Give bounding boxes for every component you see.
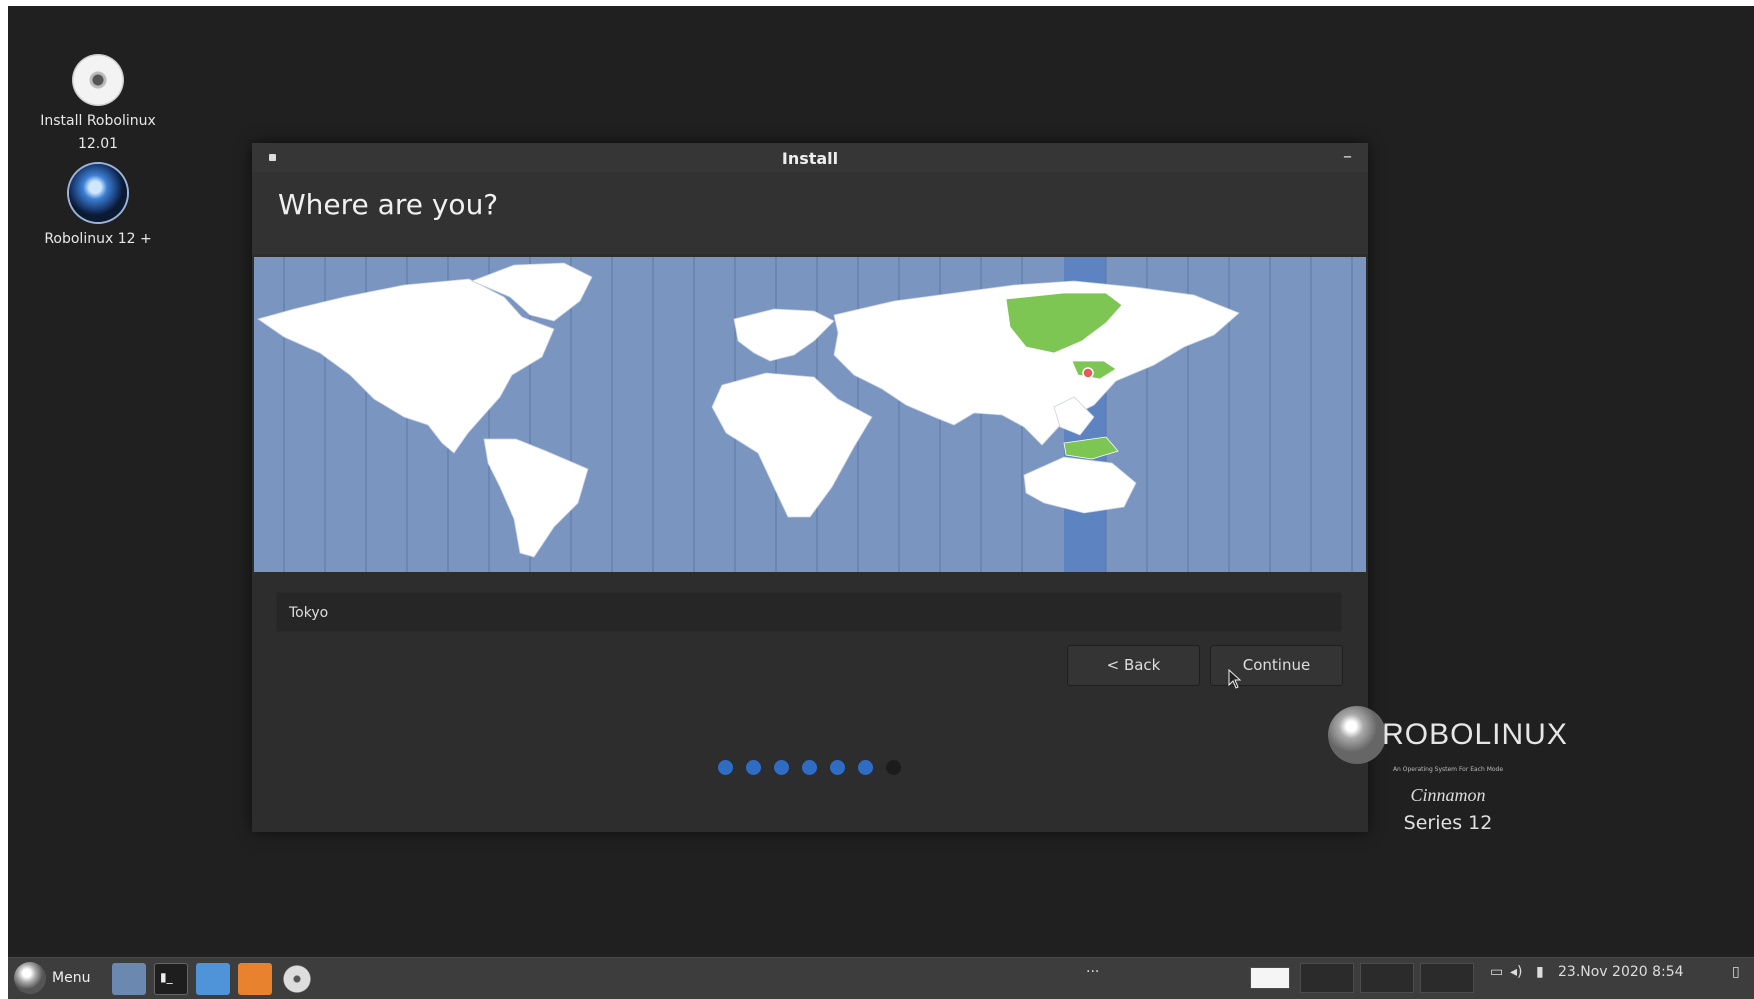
robolinux-logo: ROBOLINUX (1298, 706, 1598, 764)
volume-icon[interactable]: ◂) (1510, 964, 1523, 980)
show-desktop-icon[interactable] (112, 963, 146, 995)
install-label-line2: 12.01 (77, 136, 119, 152)
brand-edition: Cinnamon (1410, 785, 1486, 805)
notifications-icon[interactable]: ▯ (1732, 964, 1740, 980)
minimize-button[interactable]: – (1343, 148, 1352, 166)
window-titlebar[interactable]: Install – (252, 143, 1368, 172)
timezone-map[interactable] (254, 257, 1366, 572)
robolinux-label: Robolinux 12 + (44, 231, 152, 247)
progress-dot-2 (746, 760, 761, 775)
brand-series: Series 12 (1403, 812, 1493, 834)
clock-time: 8:54 (1652, 964, 1684, 980)
installer-window: Install – Where are you? Tokyo < Back Co… (252, 143, 1368, 832)
clock-date: 23.Nov 2020 (1558, 964, 1648, 980)
page-title: Where are you? (252, 172, 1368, 254)
display-icon[interactable]: ▭ (1490, 964, 1503, 980)
clock[interactable]: 23.Nov 2020 8:54 (1558, 964, 1684, 980)
desktop-icon-robolinux[interactable]: Robolinux 12 + (28, 164, 168, 251)
install-label-line1: Install Robolinux (40, 113, 156, 129)
mouse-cursor-icon (1228, 669, 1242, 689)
workspace-2[interactable] (1300, 963, 1354, 993)
terminal-icon[interactable]: ▮_ (154, 963, 188, 995)
progress-dot-4 (802, 760, 817, 775)
firefox-icon[interactable] (238, 963, 272, 995)
progress-dot-3 (774, 760, 789, 775)
location-pin-icon (1082, 367, 1094, 379)
desktop: Install Robolinux 12.01 Robolinux 12 + I… (8, 6, 1754, 957)
progress-dot-5 (830, 760, 845, 775)
window-title: Install (781, 149, 839, 168)
back-button[interactable]: < Back (1067, 645, 1200, 686)
overflow-icon[interactable]: ··· (1086, 964, 1099, 980)
menu-logo-icon (14, 962, 46, 994)
brand-logo-text: ROBOLINUX (1382, 718, 1568, 751)
taskbar: Menu ▮_ ··· ▭ ◂) ▮ 23.Nov 2020 8:54 ▯ (8, 957, 1754, 999)
workspace-1[interactable] (1250, 967, 1290, 989)
files-icon[interactable] (196, 963, 230, 995)
workspace-4[interactable] (1420, 963, 1474, 993)
world-map-graphic (254, 257, 1366, 572)
disc-icon (72, 54, 124, 106)
robolinux-logo-icon (1328, 706, 1387, 764)
progress-dot-1 (718, 760, 733, 775)
installer-taskbar-icon[interactable] (280, 963, 314, 995)
timezone-input[interactable]: Tokyo (276, 592, 1342, 632)
branding-watermark: ROBOLINUX An Operating System For Each M… (1298, 706, 1598, 834)
battery-icon[interactable]: ▮ (1536, 964, 1544, 980)
menu-button[interactable]: Menu (14, 962, 90, 994)
desktop-icon-install[interactable]: Install Robolinux 12.01 (28, 54, 168, 156)
workspace-3[interactable] (1360, 963, 1414, 993)
progress-dot-7 (886, 760, 901, 775)
brand-tagline: An Operating System For Each Mode (1392, 766, 1504, 773)
progress-dot-6 (858, 760, 873, 775)
robolinux-icon (69, 164, 127, 222)
menu-label: Menu (52, 970, 91, 986)
step-progress-indicator (718, 760, 901, 775)
